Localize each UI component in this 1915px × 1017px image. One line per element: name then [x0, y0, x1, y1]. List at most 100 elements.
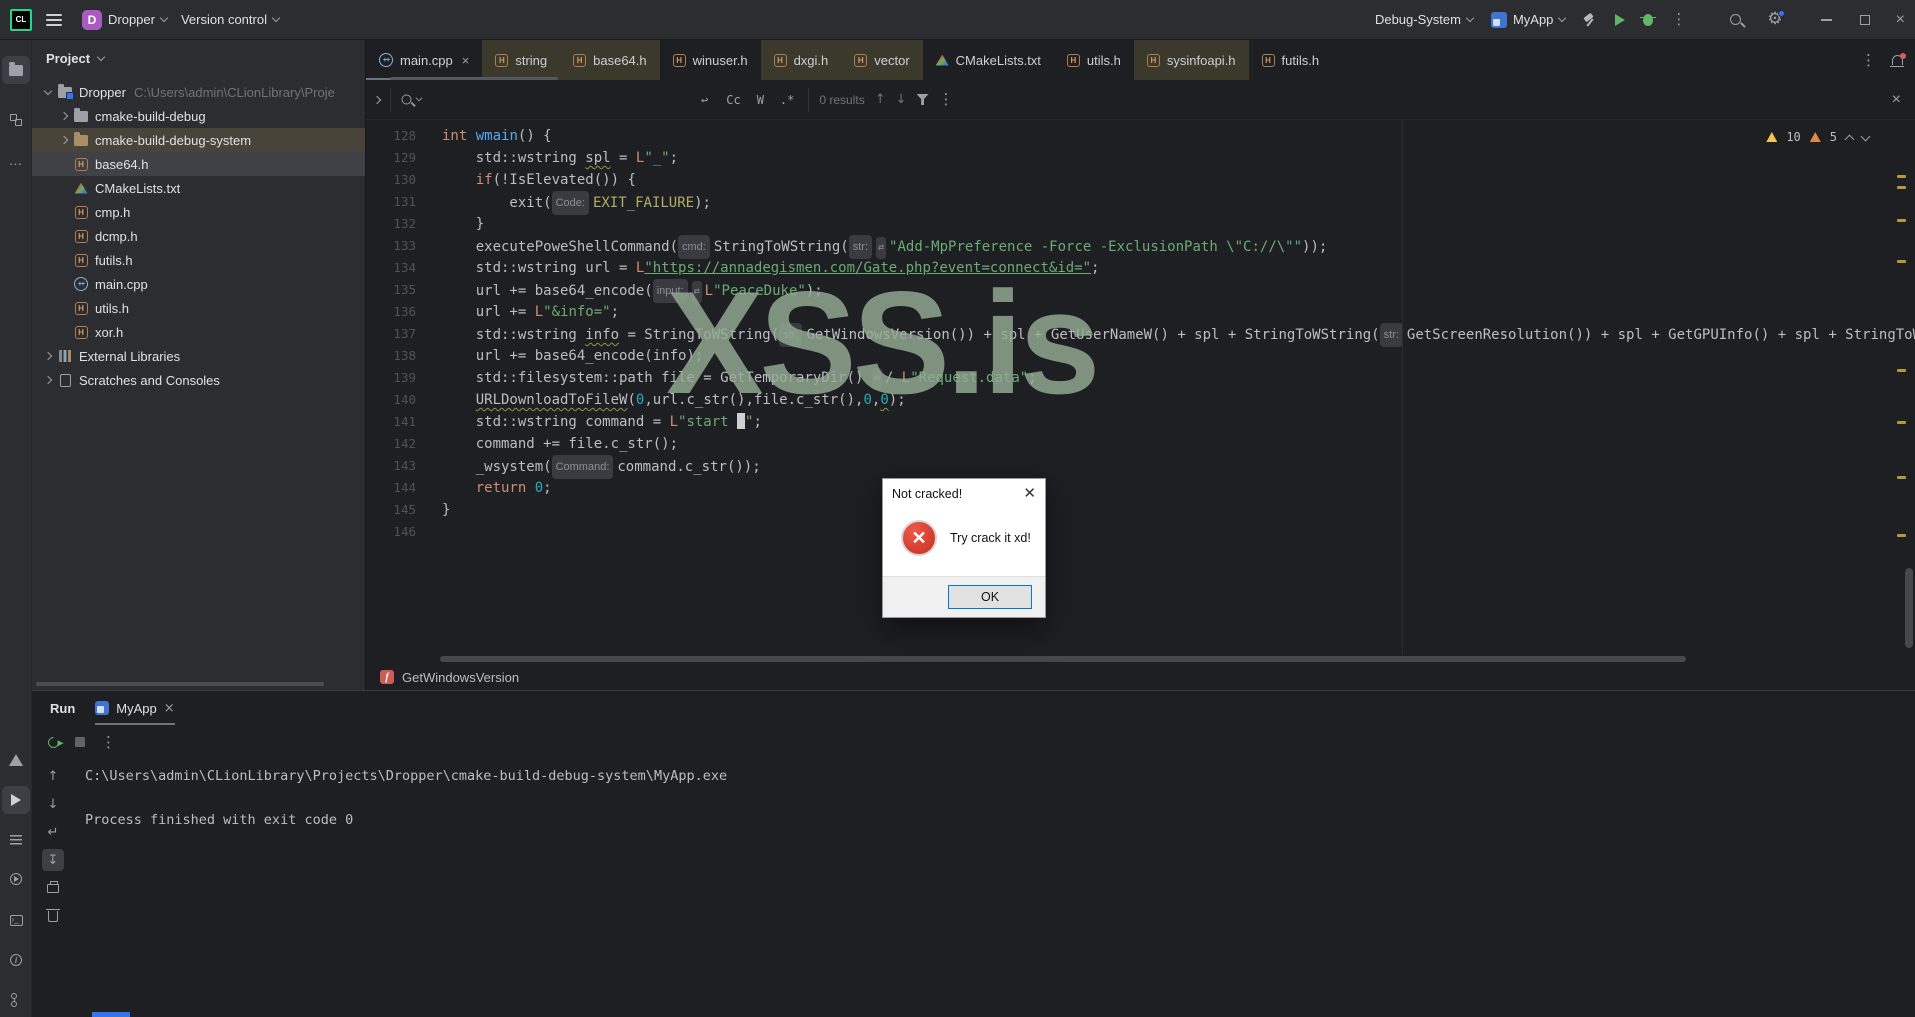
cmake-file-icon: [74, 182, 88, 194]
stripe-list-button[interactable]: [2, 826, 30, 854]
chevron-right-icon[interactable]: [56, 111, 72, 121]
tree-item-utils-h[interactable]: Hutils.h: [32, 296, 365, 320]
editor-hscrollbar-thumb[interactable]: [440, 656, 1686, 662]
prev-problem-icon[interactable]: [1844, 134, 1855, 144]
tab-main-cpp[interactable]: ++ main.cpp ×: [366, 40, 483, 80]
tree-item-cmake-build-debug-system[interactable]: cmake-build-debug-system: [32, 128, 365, 152]
window-minimize-button[interactable]: [1820, 18, 1832, 21]
tree-item-base64-h[interactable]: Hbase64.h: [32, 152, 365, 176]
chevron-right-icon[interactable]: [40, 351, 56, 361]
tab-cmakelists-txt[interactable]: CMakeLists.txt: [923, 40, 1054, 80]
next-occurrence-icon[interactable]: ↓: [896, 92, 907, 107]
run-tab-myapp[interactable]: MyApp ×: [95, 691, 176, 725]
tree-item-dropper[interactable]: Dropper C:\Users\admin\CLionLibrary\Proje: [32, 80, 365, 104]
tree-item-dcmp-h[interactable]: Hdcmp.h: [32, 224, 365, 248]
stripe-terminal-button[interactable]: ›_: [2, 906, 30, 934]
tab-string[interactable]: Hstring: [482, 40, 561, 80]
print-icon[interactable]: [42, 877, 64, 899]
tab-utils-h[interactable]: Hutils.h: [1054, 40, 1134, 80]
stripe-branch-button[interactable]: [2, 986, 30, 1014]
stop-icon[interactable]: [75, 737, 85, 747]
tree-item-scratches-and-consoles[interactable]: Scratches and Consoles: [32, 368, 365, 392]
scroll-end-icon[interactable]: ↧: [42, 849, 64, 871]
tree-item-cmake-build-debug[interactable]: cmake-build-debug: [32, 104, 365, 128]
inspections-widget[interactable]: 10 5: [1758, 123, 1877, 151]
run-config-selector[interactable]: Debug-System: [1375, 12, 1475, 27]
app-window-icon: [1490, 11, 1507, 28]
tree-item-futils-h[interactable]: Hfutils.h: [32, 248, 365, 272]
project-panel-hscrollbar[interactable]: [36, 682, 324, 686]
notifications-bell-icon[interactable]: [1890, 53, 1906, 67]
prev-occurrence-icon[interactable]: ↑: [875, 92, 886, 107]
window-close-button[interactable]: ×: [1896, 11, 1905, 28]
ok-button[interactable]: OK: [948, 585, 1032, 609]
more-actions-icon[interactable]: ⋮: [1671, 12, 1686, 27]
build-icon[interactable]: [1583, 13, 1597, 27]
softwrap-icon[interactable]: ↵: [42, 821, 64, 843]
close-tab-icon[interactable]: ×: [462, 53, 470, 68]
chevron-right-icon[interactable]: [40, 375, 56, 385]
close-tab-icon[interactable]: ×: [164, 701, 175, 716]
chevron-right-icon[interactable]: [56, 135, 72, 145]
chevron-down-icon[interactable]: [40, 86, 56, 95]
tab-sysinfoapi-h[interactable]: Hsysinfoapi.h: [1133, 40, 1249, 80]
regex-toggle[interactable]: .*: [776, 91, 798, 109]
stripe-info-button[interactable]: i: [2, 946, 30, 974]
expand-replace-icon[interactable]: [372, 95, 382, 104]
editor-vscrollbar[interactable]: [1905, 568, 1913, 648]
header-file-icon: H: [1066, 53, 1080, 67]
words-toggle[interactable]: W: [753, 91, 768, 109]
tabbar-scroll-thumb[interactable]: [390, 77, 558, 80]
run-icon[interactable]: [1615, 13, 1626, 26]
stripe-more-button[interactable]: …: [2, 146, 30, 174]
code-line: 134 std::wstring url = L"https://annadeg…: [366, 257, 1915, 279]
tab-dxgi-h[interactable]: Hdxgi.h: [760, 40, 842, 80]
tree-item-label: Scratches and Consoles: [79, 372, 220, 388]
run-target-selector[interactable]: MyApp: [1490, 11, 1567, 28]
tree-item-cmp-h[interactable]: Hcmp.h: [32, 200, 365, 224]
search-field-icon[interactable]: [401, 94, 423, 105]
debug-icon[interactable]: [1640, 13, 1657, 26]
breadcrumb-label[interactable]: GetWindowsVersion: [402, 670, 519, 685]
tab-futils-h[interactable]: Hfutils.h: [1249, 40, 1333, 80]
project-widget[interactable]: D Dropper: [82, 9, 169, 30]
match-case-toggle[interactable]: Cc: [722, 91, 744, 109]
chevron-down-icon[interactable]: [96, 52, 106, 61]
vcs-widget[interactable]: Version control: [181, 12, 281, 27]
arrow-down-icon[interactable]: ↓: [42, 793, 64, 815]
tree-item-cmakelists-txt[interactable]: CMakeLists.txt: [32, 176, 365, 200]
search-more-icon[interactable]: ⋮: [939, 92, 954, 107]
tab-vector[interactable]: Hvector: [841, 40, 923, 80]
stripe-debugtool-button[interactable]: [2, 865, 30, 893]
tree-item-external-libraries[interactable]: External Libraries: [32, 344, 365, 368]
stripe-warning-button[interactable]: [2, 746, 30, 774]
chevron-down-icon: [271, 13, 281, 23]
tree-item-main-cpp[interactable]: ++ main.cpp: [32, 272, 365, 296]
stripe-folder-button[interactable]: [2, 56, 30, 84]
tree-item-xor-h[interactable]: Hxor.h: [32, 320, 365, 344]
arrow-up-icon[interactable]: ↑: [42, 765, 64, 787]
run-console[interactable]: C:\Users\admin\CLionLibrary\Projects\Dro…: [85, 765, 1915, 1017]
tab-options-icon[interactable]: ⋮: [1861, 52, 1876, 68]
tab-winuser-h[interactable]: Hwinuser.h: [660, 40, 761, 80]
settings-gear-icon[interactable]: ⚙: [1767, 10, 1785, 28]
close-search-icon[interactable]: ×: [1892, 91, 1901, 109]
next-problem-icon[interactable]: [1860, 131, 1871, 141]
trash-icon[interactable]: [42, 905, 64, 927]
code-line: 136 url += L"&info=";: [366, 301, 1915, 323]
run-more-icon[interactable]: ⋮: [101, 734, 116, 750]
error-stripe-mark: [1897, 534, 1906, 537]
filter-icon[interactable]: [916, 94, 929, 105]
rerun-icon[interactable]: [45, 734, 62, 750]
breadcrumb: f GetWindowsVersion: [366, 664, 1915, 690]
window-maximize-button[interactable]: [1859, 14, 1870, 25]
search-everywhere-icon[interactable]: [1730, 14, 1742, 25]
main-menu-icon[interactable]: [46, 13, 62, 26]
dialog-close-icon[interactable]: ✕: [1023, 486, 1036, 501]
tool-window-stripe: … ›_i: [0, 40, 32, 1017]
stripe-runtool-button[interactable]: [2, 786, 30, 814]
stripe-structure-button[interactable]: [2, 106, 30, 134]
newline-icon[interactable]: ↩: [697, 91, 712, 109]
code-editor[interactable]: XSS.is 10 5 128 int wmain() {129 std::wst…: [366, 120, 1915, 654]
tab-base64-h[interactable]: Hbase64.h: [560, 40, 660, 80]
